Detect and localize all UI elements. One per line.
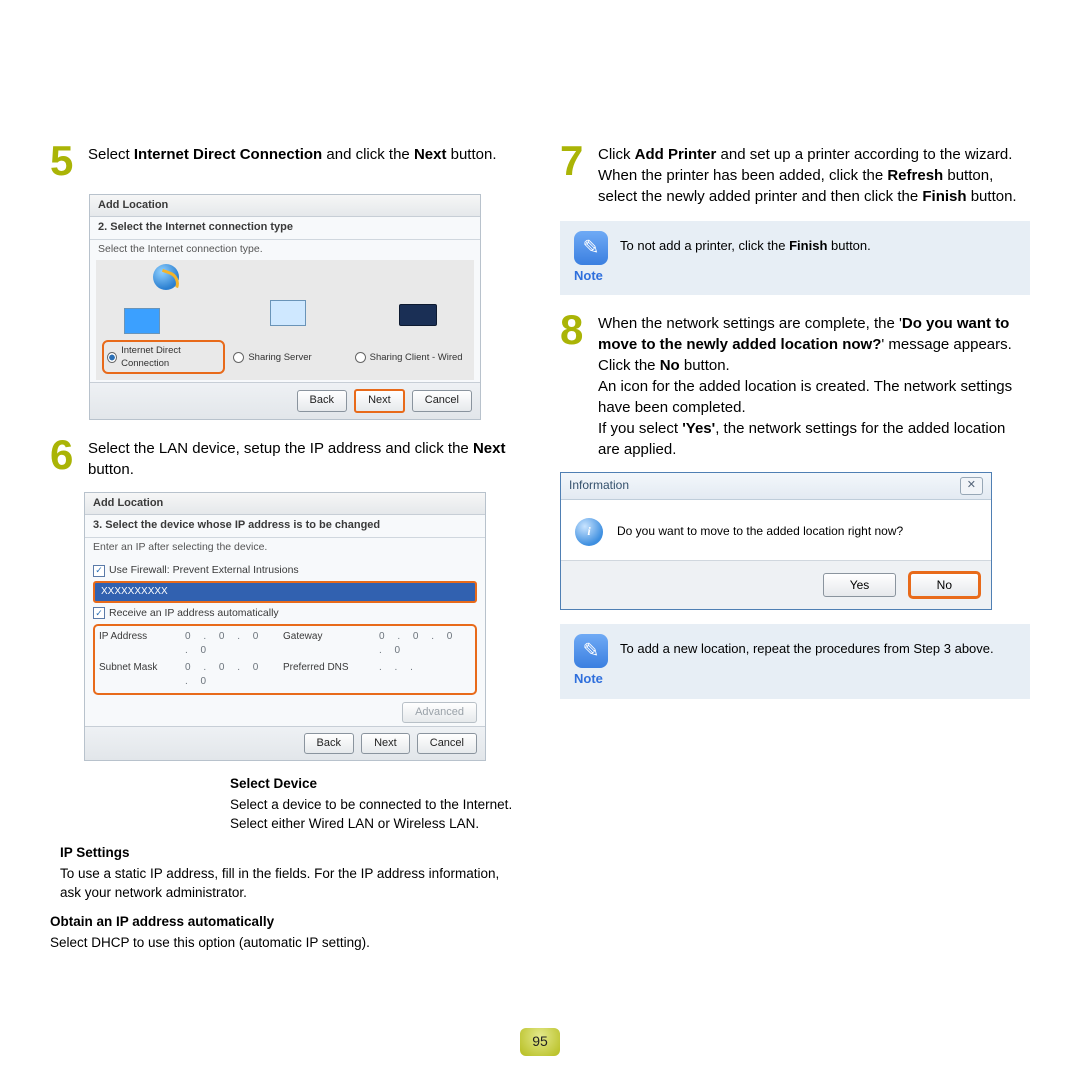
- page-number: 95: [520, 1028, 560, 1056]
- pc-icon: [120, 308, 164, 334]
- subnet-mask-label: Subnet Mask: [99, 661, 179, 689]
- dialog-title: Information: [569, 477, 629, 494]
- window-hint: Select the Internet connection type.: [90, 240, 480, 259]
- step-text: Click Add Printer and set up a printer a…: [598, 140, 1030, 207]
- advanced-button[interactable]: Advanced: [402, 702, 477, 723]
- device-select[interactable]: XXXXXXXXXX: [93, 581, 477, 603]
- step-6: 6 Select the LAN device, setup the IP ad…: [50, 434, 520, 480]
- no-button[interactable]: No: [908, 571, 981, 600]
- next-button[interactable]: Next: [361, 733, 410, 754]
- ip-address-value[interactable]: 0 . 0 . 0 . 0: [185, 630, 277, 658]
- cancel-button[interactable]: Cancel: [412, 390, 472, 411]
- callout-select-device-heading: Select Device: [230, 775, 520, 794]
- ip-fields: IP Address0 . 0 . 0 . 0 Gateway0 . 0 . 0…: [93, 624, 477, 695]
- window-title: Add Location: [90, 195, 480, 217]
- next-button[interactable]: Next: [354, 389, 405, 412]
- callout-ip-settings-text: To use a static IP address, fill in the …: [60, 865, 520, 903]
- info-icon: i: [575, 518, 603, 546]
- preferred-dns-value[interactable]: . . .: [379, 661, 471, 689]
- gateway-label: Gateway: [283, 630, 373, 658]
- add-location-window-2: Add Location 3. Select the device whose …: [84, 492, 486, 762]
- ip-address-label: IP Address: [99, 630, 179, 658]
- ie-icon: [144, 264, 188, 290]
- step-8: 8 When the network settings are complete…: [560, 309, 1030, 460]
- callout-ip-settings-heading: IP Settings: [60, 844, 520, 863]
- callouts: Select Device Select a device to be conn…: [60, 775, 520, 952]
- note-text: To add a new location, repeat the proced…: [620, 634, 1016, 658]
- step-text: Select the LAN device, setup the IP addr…: [88, 434, 520, 480]
- back-button[interactable]: Back: [304, 733, 354, 754]
- radio-sharing-server[interactable]: Sharing Server: [233, 340, 346, 375]
- laptop-icon: [396, 304, 440, 326]
- firewall-checkbox[interactable]: ✓Use Firewall: Prevent External Intrusio…: [93, 563, 477, 578]
- step-number: 8: [560, 309, 590, 351]
- note-text: To not add a printer, click the Finish b…: [620, 231, 1016, 255]
- callout-auto-ip-text: Select DHCP to use this option (automati…: [50, 934, 520, 953]
- subnet-mask-value[interactable]: 0 . 0 . 0 . 0: [185, 661, 277, 689]
- callout-select-device-text: Select a device to be connected to the I…: [230, 796, 520, 834]
- gateway-value[interactable]: 0 . 0 . 0 . 0: [379, 630, 471, 658]
- cancel-button[interactable]: Cancel: [417, 733, 477, 754]
- note-box-1: ✎ Note To not add a printer, click the F…: [560, 221, 1030, 295]
- close-icon[interactable]: ✕: [960, 477, 983, 494]
- network-diagram: Internet Direct Connection Sharing Serve…: [96, 260, 474, 380]
- radio-internet-direct[interactable]: Internet Direct Connection: [102, 340, 225, 375]
- radio-sharing-client[interactable]: Sharing Client - Wired: [355, 340, 468, 375]
- window-hint: Enter an IP after selecting the device.: [85, 538, 485, 557]
- step-number: 6: [50, 434, 80, 476]
- step-text: When the network settings are complete, …: [598, 309, 1030, 460]
- preferred-dns-label: Preferred DNS: [283, 661, 373, 689]
- step-number: 7: [560, 140, 590, 182]
- back-button[interactable]: Back: [297, 390, 347, 411]
- step-number: 5: [50, 140, 80, 182]
- step-7: 7 Click Add Printer and set up a printer…: [560, 140, 1030, 207]
- window-title: Add Location: [85, 493, 485, 515]
- right-column: 7 Click Add Printer and set up a printer…: [560, 140, 1030, 963]
- dialog-message: Do you want to move to the added locatio…: [617, 523, 903, 540]
- pencil-icon: ✎: [574, 634, 608, 668]
- step-text: Select Internet Direct Connection and cl…: [88, 140, 520, 165]
- manual-page: 5 Select Internet Direct Connection and …: [0, 0, 1080, 1080]
- callout-auto-ip-heading: Obtain an IP address automatically: [50, 913, 520, 932]
- step-5: 5 Select Internet Direct Connection and …: [50, 140, 520, 182]
- yes-button[interactable]: Yes: [823, 573, 897, 598]
- left-column: 5 Select Internet Direct Connection and …: [50, 140, 520, 963]
- information-dialog: Information ✕ i Do you want to move to t…: [560, 472, 992, 610]
- window-step-label: 2. Select the Internet connection type: [90, 217, 480, 239]
- add-location-window-1: Add Location 2. Select the Internet conn…: [89, 194, 481, 420]
- window-step-label: 3. Select the device whose IP address is…: [85, 515, 485, 537]
- note-box-2: ✎ Note To add a new location, repeat the…: [560, 624, 1030, 698]
- pc-icon: [266, 300, 310, 326]
- pencil-icon: ✎: [574, 231, 608, 265]
- auto-ip-checkbox[interactable]: ✓Receive an IP address automatically: [93, 606, 477, 621]
- note-label: Note: [574, 670, 608, 688]
- note-label: Note: [574, 267, 608, 285]
